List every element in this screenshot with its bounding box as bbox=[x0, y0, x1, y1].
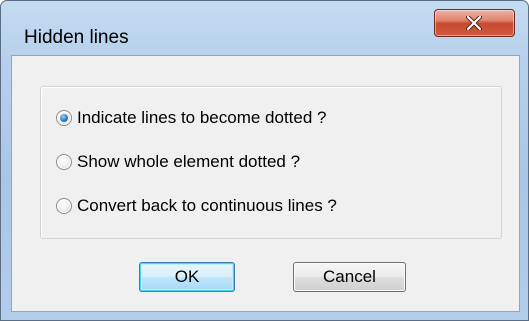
option-label: Indicate lines to become dotted ? bbox=[77, 108, 327, 127]
option-label: Show whole element dotted ? bbox=[77, 152, 301, 171]
option-indicate-dotted[interactable]: Indicate lines to become dotted ? bbox=[56, 106, 327, 130]
ok-button[interactable]: OK bbox=[139, 262, 235, 292]
close-button[interactable] bbox=[434, 9, 515, 37]
option-label: Convert back to continuous lines ? bbox=[77, 196, 337, 215]
option-whole-element-dotted[interactable]: Show whole element dotted ? bbox=[56, 150, 300, 174]
cancel-button[interactable]: Cancel bbox=[293, 262, 406, 292]
option-convert-continuous[interactable]: Convert back to continuous lines ? bbox=[56, 194, 337, 218]
dialog-window: Hidden lines Indicate lines to become do… bbox=[0, 0, 529, 321]
radio-button[interactable] bbox=[56, 154, 72, 170]
title-bar[interactable]: Hidden lines bbox=[1, 1, 528, 48]
dialog-client-area: Indicate lines to become dotted ? Show w… bbox=[11, 55, 520, 312]
radio-button[interactable] bbox=[56, 198, 72, 214]
options-group: Indicate lines to become dotted ? Show w… bbox=[40, 86, 502, 239]
radio-button-selected[interactable] bbox=[56, 110, 72, 126]
close-icon bbox=[466, 16, 482, 30]
window-title: Hidden lines bbox=[24, 27, 129, 48]
